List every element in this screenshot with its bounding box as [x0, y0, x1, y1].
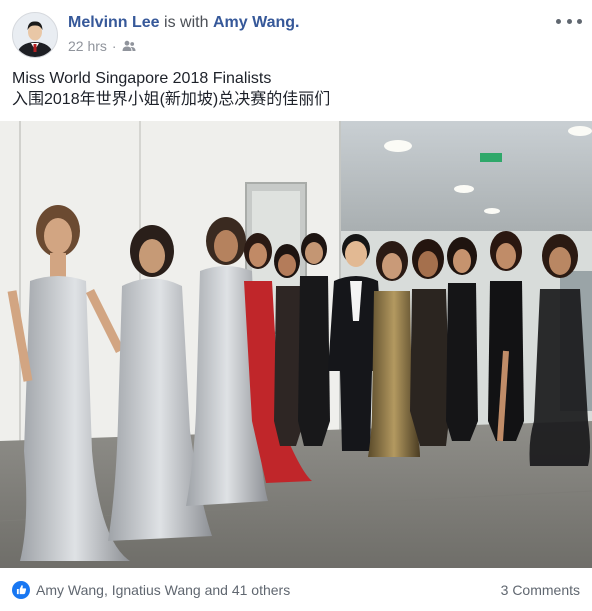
- more-dot-icon: [577, 18, 582, 24]
- avatar[interactable]: [12, 12, 58, 58]
- post-caption: Miss World Singapore 2018 Finalists 入围20…: [12, 68, 580, 110]
- more-options-button[interactable]: [556, 14, 582, 28]
- like-icon: [12, 580, 30, 599]
- caption-chinese: 入围2018年世界小姐(新加坡)总决赛的佳丽们: [12, 91, 331, 108]
- reactions-summary[interactable]: Amy Wang, Ignatius Wang and 41 others: [12, 580, 291, 599]
- with-connector: is with: [164, 14, 209, 31]
- meta-separator: ·: [111, 38, 117, 54]
- avatar-image: [13, 13, 57, 57]
- post-footer: Amy Wang, Ignatius Wang and 41 others 3 …: [0, 568, 592, 611]
- friends-icon[interactable]: [122, 40, 136, 52]
- post-header-text: Melvinn Lee is with Amy Wang. 22 hrs ·: [68, 13, 299, 54]
- group-photo-image: [0, 121, 592, 568]
- more-dot-icon: [566, 18, 572, 24]
- caption-english: Miss World Singapore 2018 Finalists: [12, 70, 272, 87]
- timestamp-link[interactable]: 22 hrs: [68, 38, 107, 54]
- more-dot-icon: [556, 18, 561, 24]
- post-header: Melvinn Lee is with Amy Wang. 22 hrs ·: [0, 0, 592, 64]
- tagged-user-link[interactable]: Amy Wang.: [213, 14, 300, 31]
- post-meta: 22 hrs ·: [68, 38, 299, 54]
- author-name-link[interactable]: Melvinn Lee: [68, 14, 160, 31]
- author-line: Melvinn Lee is with Amy Wang.: [68, 13, 299, 33]
- comments-count-link[interactable]: 3 Comments: [501, 582, 580, 598]
- facebook-post: Melvinn Lee is with Amy Wang. 22 hrs · M…: [0, 0, 592, 611]
- reactions-text: Amy Wang, Ignatius Wang and 41 others: [36, 581, 291, 598]
- post-photo[interactable]: [0, 121, 592, 568]
